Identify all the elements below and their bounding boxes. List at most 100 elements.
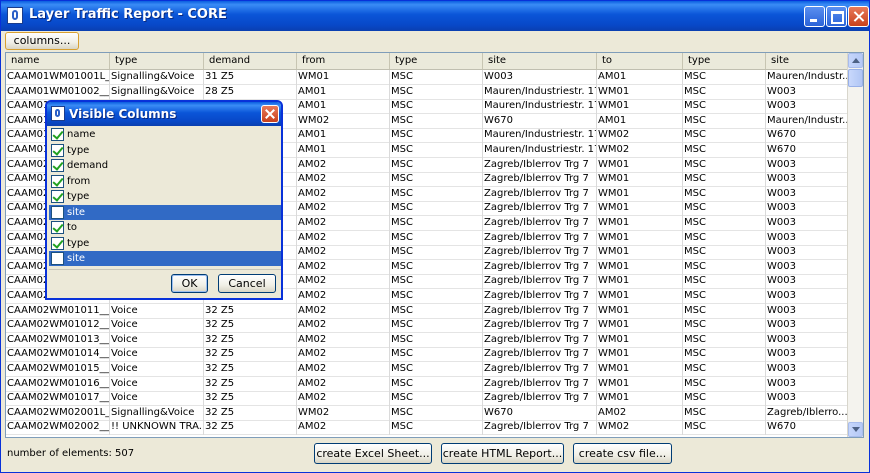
table-row[interactable]: CAAM02WM01012__S Voice 32 Z5 AM02 MSC Zagreb/…	[6, 318, 850, 334]
scroll-up-arrow-icon[interactable]	[848, 53, 863, 68]
table-cell: MSC	[390, 318, 483, 334]
table-row[interactable]: CAAM01WM01002__S Signalling&Voice 28 Z5 AM0…	[6, 84, 850, 100]
column-header[interactable]: name	[6, 53, 110, 69]
column-header[interactable]: site	[483, 53, 597, 69]
column-header[interactable]: type	[110, 53, 204, 69]
table-cell: WM01	[297, 70, 390, 85]
column-header[interactable]: from	[297, 53, 390, 69]
table-cell: Signalling&Voice	[110, 70, 204, 85]
scroll-thumb[interactable]	[848, 69, 863, 87]
table-cell: MSC	[683, 259, 766, 275]
table-cell: W670	[766, 420, 850, 436]
create-excel-button[interactable]: create Excel Sheet...	[314, 443, 432, 464]
table-cell: W003	[766, 157, 850, 173]
table-cell: MSC	[683, 216, 766, 231]
table-row[interactable]: CAAM02WM01017__S Voice 32 Z5 AM02 MSC Zagreb/…	[6, 391, 850, 407]
vertical-scrollbar[interactable]	[847, 53, 863, 437]
table-cell: MSC	[683, 157, 766, 173]
table-cell: Zagreb/Iblerrov Trg 7	[483, 274, 597, 290]
table-cell: MSC	[683, 84, 766, 100]
column-header[interactable]: site	[766, 53, 850, 69]
table-cell: AM02	[297, 245, 390, 261]
table-cell: MSC	[683, 70, 766, 85]
dialog-close-icon[interactable]	[261, 105, 279, 123]
checkbox-icon[interactable]	[51, 205, 64, 219]
column-toggle-label: type	[67, 191, 90, 202]
column-toggle-type[interactable]: type	[49, 143, 281, 158]
maximize-button[interactable]	[826, 6, 847, 27]
create-csv-button[interactable]: create csv file...	[573, 443, 672, 464]
table-row[interactable]: CAAM02WM01011__S Voice 32 Z5 AM02 MSC Zagreb/…	[6, 303, 850, 319]
minimize-button[interactable]	[804, 6, 825, 27]
table-cell: Zagreb/Iblerrov Trg 7	[483, 201, 597, 217]
checkbox-icon[interactable]	[51, 174, 64, 188]
column-toggle-type[interactable]: type	[49, 236, 281, 251]
table-cell: WM02	[297, 113, 390, 129]
cancel-button[interactable]: Cancel	[218, 274, 276, 293]
table-cell: MSC	[390, 216, 483, 231]
column-header[interactable]: demand	[204, 53, 297, 69]
table-cell: WM01	[597, 84, 683, 100]
table-cell: 28 Z5	[204, 84, 297, 100]
column-toggle-label: name	[67, 129, 96, 140]
table-row[interactable]: CAAM02WM02001L_S Signalling&Voice 32 Z5 WM0…	[6, 405, 850, 421]
table-row[interactable]: CAAM02WM01013__S Voice 32 Z5 AM02 MSC Zagreb/…	[6, 332, 850, 348]
table-cell: MSC	[390, 347, 483, 363]
checkbox-icon[interactable]	[51, 236, 64, 250]
scroll-down-arrow-icon[interactable]	[848, 422, 863, 437]
column-toggle-name[interactable]: name	[49, 127, 281, 142]
checkbox-icon[interactable]	[51, 190, 64, 203]
table-cell: AM01	[297, 99, 390, 115]
checkbox-icon[interactable]	[51, 159, 64, 172]
table-cell: Zagreb/Iblerrov Trg 7	[483, 347, 597, 363]
column-toggle-from[interactable]: from	[49, 174, 281, 189]
table-cell: W003	[766, 391, 850, 407]
table-cell: W003	[766, 201, 850, 217]
table-cell: W003	[766, 216, 850, 231]
column-header[interactable]: to	[597, 53, 683, 69]
table-cell: AM02	[297, 259, 390, 275]
table-cell: WM01	[597, 201, 683, 217]
table-cell: AM02	[297, 274, 390, 290]
columns-button[interactable]: columns...	[5, 32, 79, 50]
create-html-report-button[interactable]: create HTML Report...	[441, 443, 564, 464]
table-cell: W670	[483, 405, 597, 421]
table-row[interactable]: CAAM02WM01014__S Voice 32 Z5 AM02 MSC Zagreb/…	[6, 347, 850, 363]
close-button[interactable]	[848, 6, 869, 27]
column-header[interactable]: type	[390, 53, 483, 69]
table-row[interactable]: CAAM01WM01001L_S Signalling&Voice 31 Z5 WM0…	[6, 70, 850, 85]
table-row[interactable]: CAAM02WM01015__S Voice 32 Z5 AM02 MSC Zagreb/…	[6, 362, 850, 377]
table-cell: Zagreb/Iblerrov Trg 7	[483, 186, 597, 202]
table-cell: Mauren/Industriestr. 174	[483, 84, 597, 100]
table-cell: AM02	[297, 172, 390, 188]
table-cell: W003	[766, 245, 850, 261]
title-bar[interactable]: Layer Traffic Report - CORE	[1, 1, 869, 31]
table-cell: WM01	[597, 391, 683, 407]
table-cell: Zagreb/Iblerrov Trg 7	[483, 216, 597, 231]
table-cell: W003	[766, 84, 850, 100]
dialog-divider	[49, 269, 281, 270]
dialog-title-bar[interactable]: Visible Columns	[47, 102, 281, 126]
checkbox-icon[interactable]	[51, 221, 64, 234]
table-cell: WM01	[597, 186, 683, 202]
column-toggle-demand[interactable]: demand	[49, 158, 281, 173]
column-toggle-site[interactable]: site	[49, 204, 281, 220]
table-cell: MSC	[683, 201, 766, 217]
ok-button[interactable]: OK	[171, 274, 208, 293]
table-cell: CAAM02WM02002__S	[6, 420, 110, 436]
table-cell: W003	[766, 230, 850, 246]
table-cell: W670	[766, 143, 850, 158]
table-cell: W003	[766, 99, 850, 115]
checkbox-icon[interactable]	[51, 252, 64, 265]
table-row[interactable]: CAAM02WM01016__S Voice 32 Z5 AM02 MSC Zagreb/…	[6, 376, 850, 392]
column-toggle-type[interactable]: type	[49, 189, 281, 204]
table-cell: WM01	[597, 376, 683, 392]
column-header[interactable]: type	[683, 53, 766, 69]
table-cell: AM02	[297, 376, 390, 392]
table-row[interactable]: CAAM02WM02002__S!! UNKNOWN TRA... 32 Z5 AM…	[6, 420, 850, 436]
checkbox-icon[interactable]	[51, 128, 64, 141]
column-toggle-to[interactable]: to	[49, 220, 281, 235]
column-toggle-site[interactable]: site	[49, 251, 281, 266]
table-cell: W003	[766, 376, 850, 392]
checkbox-icon[interactable]	[51, 143, 64, 157]
